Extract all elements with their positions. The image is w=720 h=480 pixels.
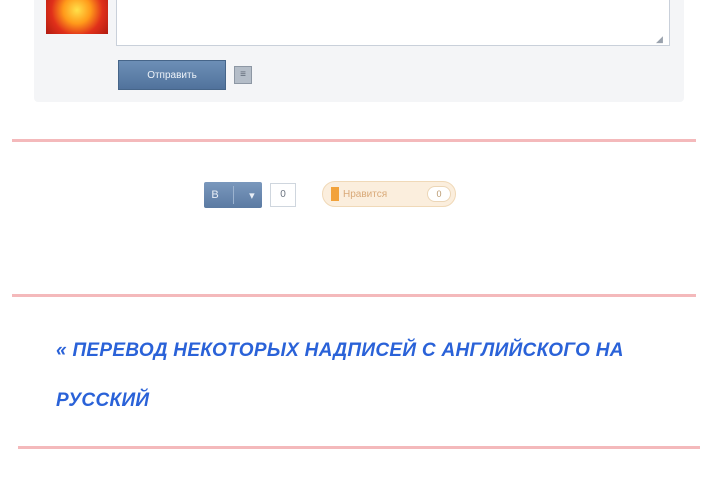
send-comment-button[interactable]: Отправить xyxy=(118,60,226,90)
like-label: Нравится xyxy=(343,188,388,200)
comment-textarea[interactable] xyxy=(116,0,670,46)
like-icon xyxy=(331,187,339,201)
divider xyxy=(12,139,696,142)
page: ◢ Отправить ≡ В ▾ 0 Нравится 0 « Перевод… xyxy=(0,0,720,480)
divider xyxy=(12,294,696,297)
share-count: 0 xyxy=(270,183,296,207)
resize-grip-icon[interactable]: ◢ xyxy=(656,34,666,44)
share-separator xyxy=(233,186,235,204)
comment-options-icon[interactable]: ≡ xyxy=(234,66,252,84)
share-arrow-icon: ▾ xyxy=(249,189,255,202)
like-count: 0 xyxy=(427,186,451,202)
user-avatar xyxy=(46,0,108,34)
like-button[interactable]: Нравится 0 xyxy=(322,181,456,207)
vk-logo-icon: В xyxy=(211,189,219,201)
related-post-link[interactable]: « Перевод некоторых надписей с английско… xyxy=(56,326,676,426)
divider xyxy=(18,446,700,449)
vk-share-button[interactable]: В ▾ xyxy=(204,182,262,208)
